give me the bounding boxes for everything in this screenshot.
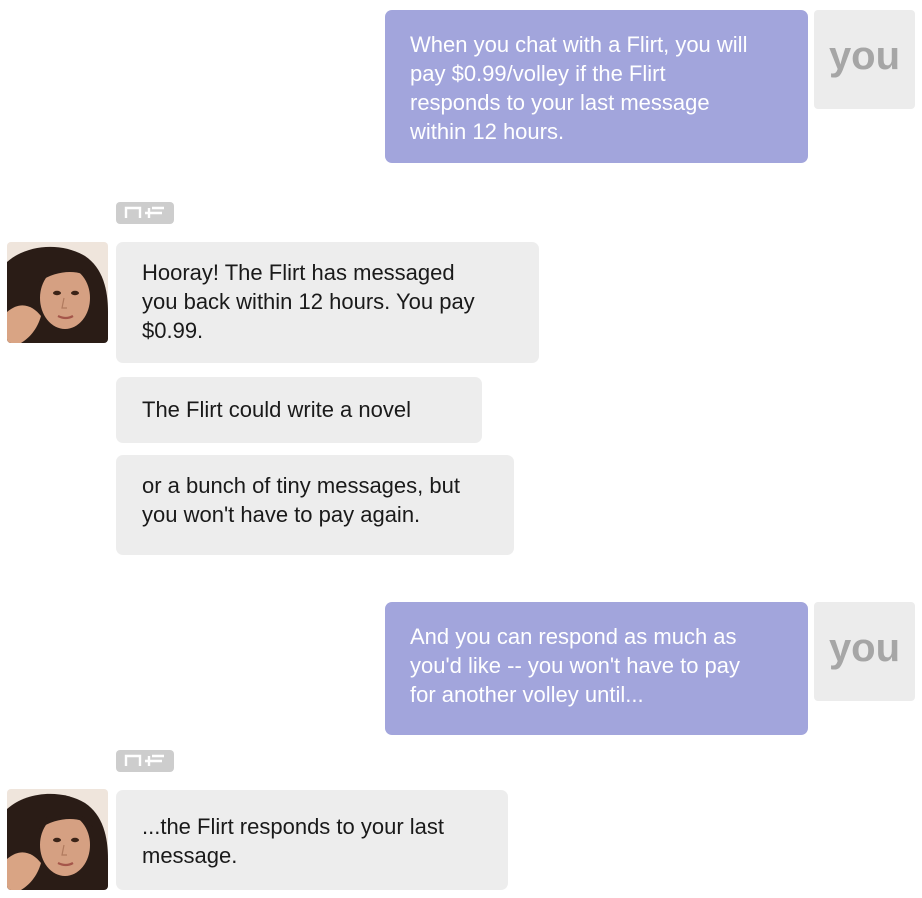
user-message-bubble: And you can respond as much as you'd lik…	[385, 602, 808, 735]
nf-logo-icon	[116, 202, 174, 224]
user-message-bubble: When you chat with a Flirt, you will pay…	[385, 10, 808, 163]
flirt-message-bubble: or a bunch of tiny messages, but you won…	[116, 455, 514, 555]
flirt-message-bubble: Hooray! The Flirt has messaged you back …	[116, 242, 539, 363]
user-badge: you	[814, 602, 915, 701]
flirt-avatar	[7, 789, 108, 890]
user-badge: you	[814, 10, 915, 109]
flirt-message-bubble: The Flirt could write a novel	[116, 377, 482, 443]
flirt-avatar	[7, 242, 108, 343]
nf-logo-icon	[116, 750, 174, 772]
flirt-message-bubble: ...the Flirt responds to your last messa…	[116, 790, 508, 890]
